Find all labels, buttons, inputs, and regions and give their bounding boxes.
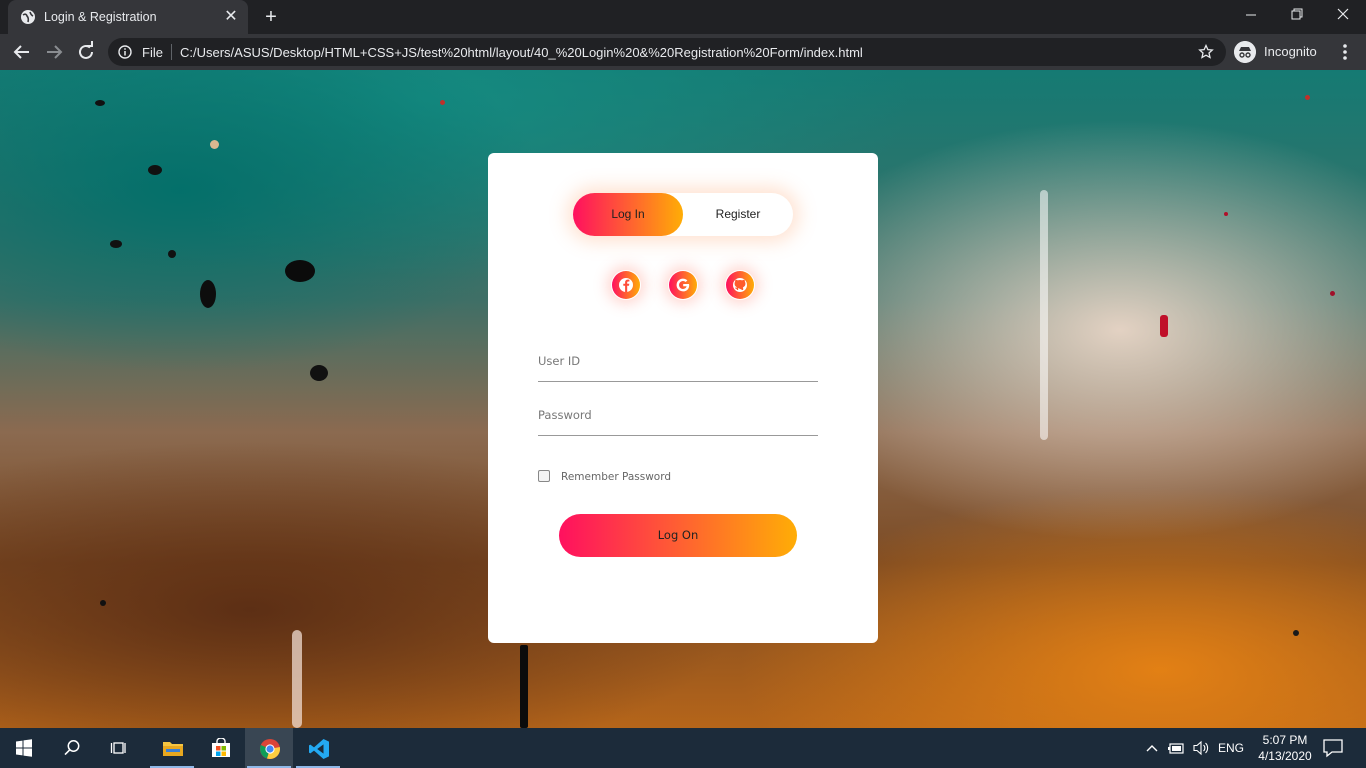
incognito-icon: [1234, 41, 1256, 63]
facebook-icon: [612, 271, 640, 299]
password-input[interactable]: [538, 404, 818, 426]
close-icon[interactable]: ✕: [222, 8, 240, 26]
store-icon: [212, 738, 230, 757]
omnibox-divider: [171, 44, 172, 60]
page-background: Log In Register User ID Remember Passwor…: [0, 70, 1366, 728]
windows-taskbar: ENG 5:07 PM 4/13/2020: [0, 728, 1366, 768]
restore-button[interactable]: [1274, 0, 1320, 30]
reload-icon[interactable]: [74, 40, 98, 64]
chevron-up-icon[interactable]: [1145, 742, 1159, 754]
file-explorer-icon: [163, 742, 183, 756]
battery-icon[interactable]: [1168, 741, 1186, 755]
vscode-icon: [309, 739, 329, 759]
remember-password-checkbox[interactable]: [538, 470, 550, 482]
browser-tab[interactable]: Login & Registration ✕: [8, 0, 248, 34]
clock-date: 4/13/2020: [1258, 749, 1312, 763]
google-login-button[interactable]: [668, 270, 698, 300]
new-tab-button[interactable]: +: [260, 6, 282, 28]
windows-start-icon: [16, 739, 32, 757]
volume-icon[interactable]: [1192, 740, 1210, 756]
language-indicator[interactable]: ENG: [1218, 741, 1244, 768]
forward-arrow-icon[interactable]: [42, 40, 66, 64]
info-icon[interactable]: [118, 45, 132, 59]
user-id-input[interactable]: [538, 350, 818, 372]
task-view-icon: [110, 742, 126, 754]
github-icon: [726, 271, 754, 299]
search-icon: [64, 740, 80, 756]
address-bar[interactable]: File C:/Users/ASUS/Desktop/HTML+CSS+JS/t…: [108, 38, 1226, 66]
file-explorer-button[interactable]: [148, 728, 196, 768]
minimize-button[interactable]: [1228, 0, 1274, 30]
kebab-menu-icon[interactable]: [1336, 42, 1354, 62]
browser-toolbar: File C:/Users/ASUS/Desktop/HTML+CSS+JS/t…: [0, 34, 1366, 70]
tab-register[interactable]: Register: [683, 193, 793, 236]
star-icon[interactable]: [1198, 44, 1214, 60]
globe-icon: [21, 10, 35, 24]
browser-tab-bar: Login & Registration ✕ +: [0, 0, 1366, 34]
password-field: [538, 394, 818, 436]
google-icon: [669, 271, 697, 299]
incognito-label: Incognito: [1264, 44, 1317, 59]
facebook-login-button[interactable]: [611, 270, 641, 300]
search-button[interactable]: [48, 728, 96, 768]
github-login-button[interactable]: [725, 270, 755, 300]
tab-log-in[interactable]: Log In: [573, 193, 683, 236]
back-arrow-icon[interactable]: [10, 40, 34, 64]
log-on-button[interactable]: Log On: [559, 514, 797, 557]
scheme-label: File: [142, 45, 163, 60]
url-text[interactable]: C:/Users/ASUS/Desktop/HTML+CSS+JS/test%2…: [180, 45, 863, 60]
windows-start-button[interactable]: [0, 728, 48, 768]
task-view-button[interactable]: [96, 728, 144, 768]
auth-tab-toggle: Log In Register: [573, 193, 793, 236]
tab-title: Login & Registration: [44, 10, 157, 24]
store-button[interactable]: [196, 728, 244, 768]
chrome-icon: [260, 739, 280, 759]
chrome-taskbar-button[interactable]: [245, 728, 293, 768]
clock-time: 5:07 PM: [1262, 733, 1308, 747]
system-clock[interactable]: 5:07 PM 4/13/2020: [1254, 732, 1316, 764]
notification-icon[interactable]: [1322, 738, 1344, 758]
vscode-taskbar-button[interactable]: [294, 728, 342, 768]
remember-password-label[interactable]: Remember Password: [561, 471, 671, 483]
login-card: Log In Register User ID Remember Passwor…: [488, 153, 878, 643]
user-id-field: [538, 340, 818, 382]
window-close-button[interactable]: [1320, 0, 1366, 30]
